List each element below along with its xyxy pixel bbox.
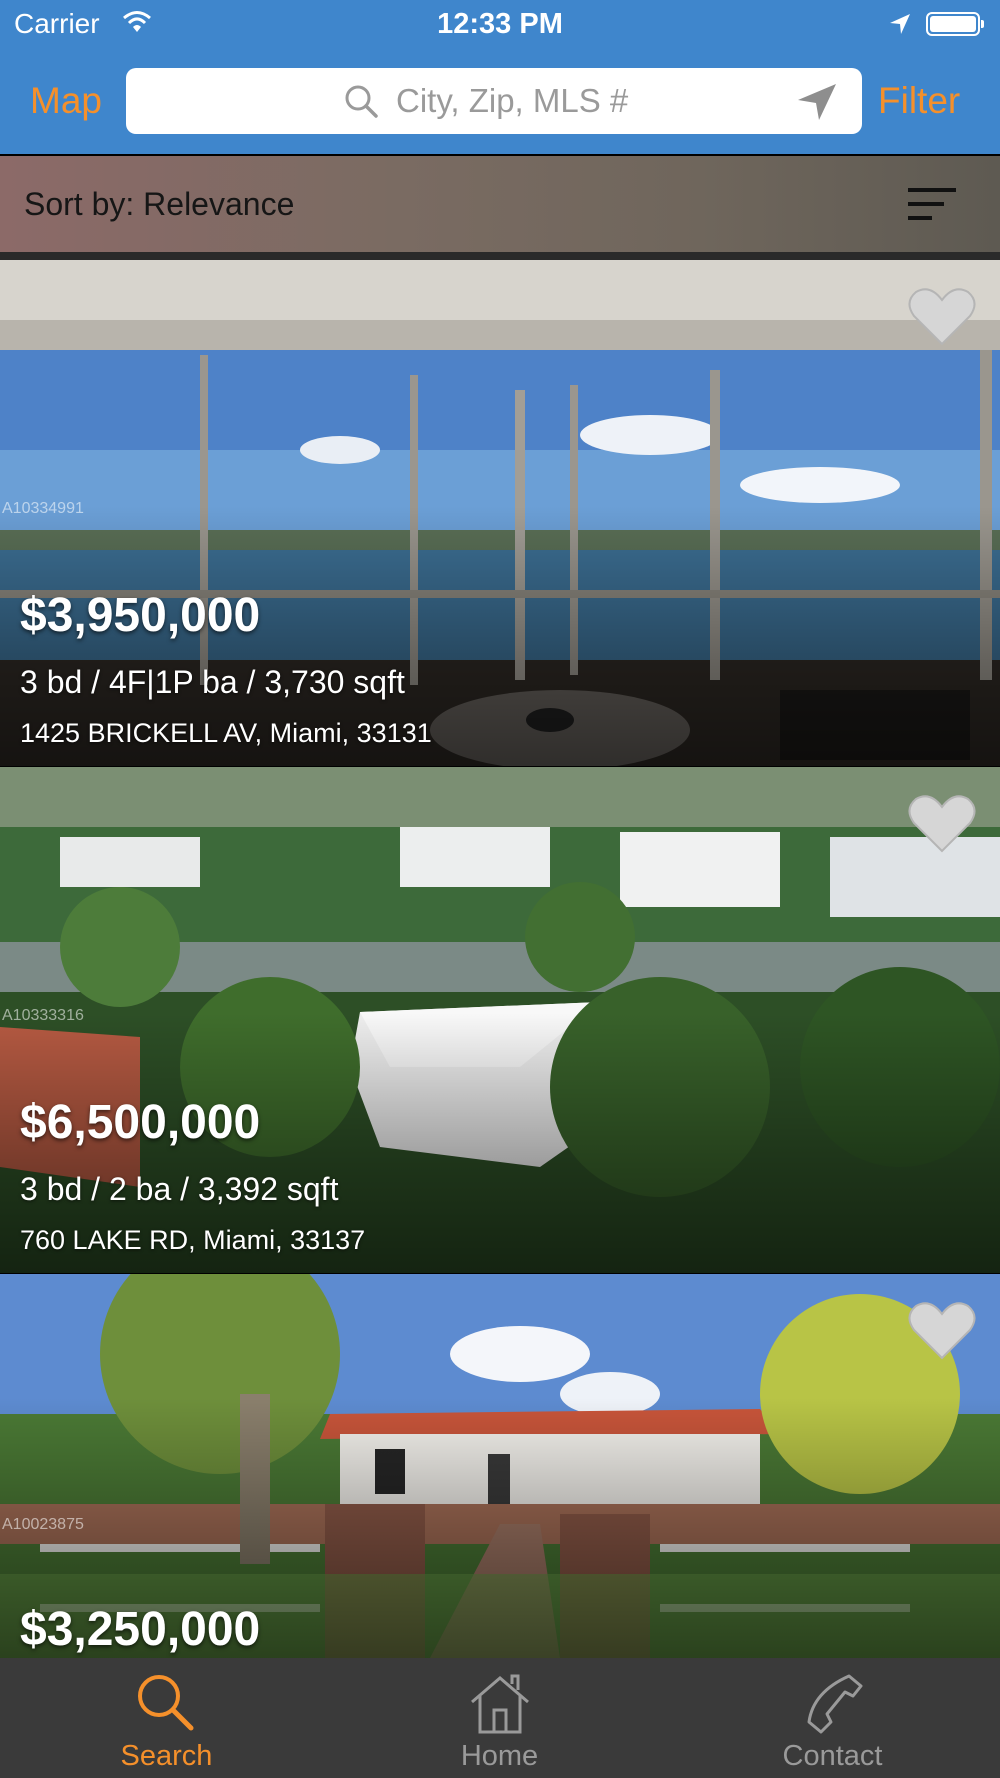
location-arrow-icon: [888, 12, 912, 41]
sort-bar[interactable]: Sort by: Relevance: [0, 156, 1000, 252]
filter-button[interactable]: Filter: [878, 80, 960, 122]
listing-card[interactable]: A10333316 $6,500,000 3 bd / 2 ba / 3,392…: [0, 767, 1000, 1273]
listing-specs: 3 bd / 4F|1P ba / 3,730 sqft: [20, 664, 405, 700]
status-time: 12:33 PM: [437, 8, 563, 40]
top-bar: Carrier 12:33 PM Map City, Zip, MLS # Fi…: [0, 0, 1000, 154]
tab-contact[interactable]: Contact: [666, 1658, 999, 1778]
favorite-heart-icon[interactable]: [908, 286, 976, 351]
listing-price: $3,250,000: [20, 1603, 261, 1656]
tab-label: Home: [460, 1740, 539, 1772]
divider: [0, 252, 1000, 260]
status-bar: Carrier 12:33 PM: [0, 0, 1000, 50]
listing-address: 760 LAKE RD, Miami, 33137: [20, 1225, 366, 1255]
tab-label: Search: [120, 1740, 213, 1772]
search-placeholder: City, Zip, MLS #: [396, 82, 629, 119]
tab-search[interactable]: Search: [0, 1658, 333, 1778]
map-button[interactable]: Map: [30, 80, 102, 122]
mls-watermark: A10333316: [2, 1007, 84, 1024]
sort-menu-icon[interactable]: [908, 186, 956, 227]
favorite-heart-icon[interactable]: [908, 1300, 976, 1365]
tab-bar: Search Home Contact: [0, 1658, 1000, 1778]
tab-home[interactable]: Home: [333, 1658, 666, 1778]
favorite-heart-icon[interactable]: [908, 793, 976, 858]
listing-price: $3,950,000: [20, 589, 261, 642]
listing-card[interactable]: A10334991 $3,950,000 3 bd / 4F|1P ba / 3…: [0, 260, 1000, 766]
mls-watermark: A10334991: [2, 500, 84, 517]
search-field[interactable]: City, Zip, MLS #: [126, 68, 862, 134]
sort-label: Sort by: Relevance: [24, 186, 295, 222]
tab-label: Contact: [782, 1740, 883, 1772]
listing-address: 1425 BRICKELL AV, Miami, 33131: [20, 718, 432, 748]
search-icon: [137, 1675, 193, 1731]
listing-price: $6,500,000: [20, 1096, 261, 1149]
home-icon: [470, 1674, 529, 1734]
mls-watermark: A10023875: [2, 1516, 84, 1533]
listing-card[interactable]: A10023875 $3,250,000: [0, 1274, 1000, 1658]
search-icon: [344, 84, 378, 123]
listing-specs: 3 bd / 2 ba / 3,392 sqft: [20, 1171, 339, 1207]
phone-icon: [807, 1674, 862, 1734]
current-location-button[interactable]: [796, 82, 838, 127]
battery-icon: [926, 12, 984, 36]
